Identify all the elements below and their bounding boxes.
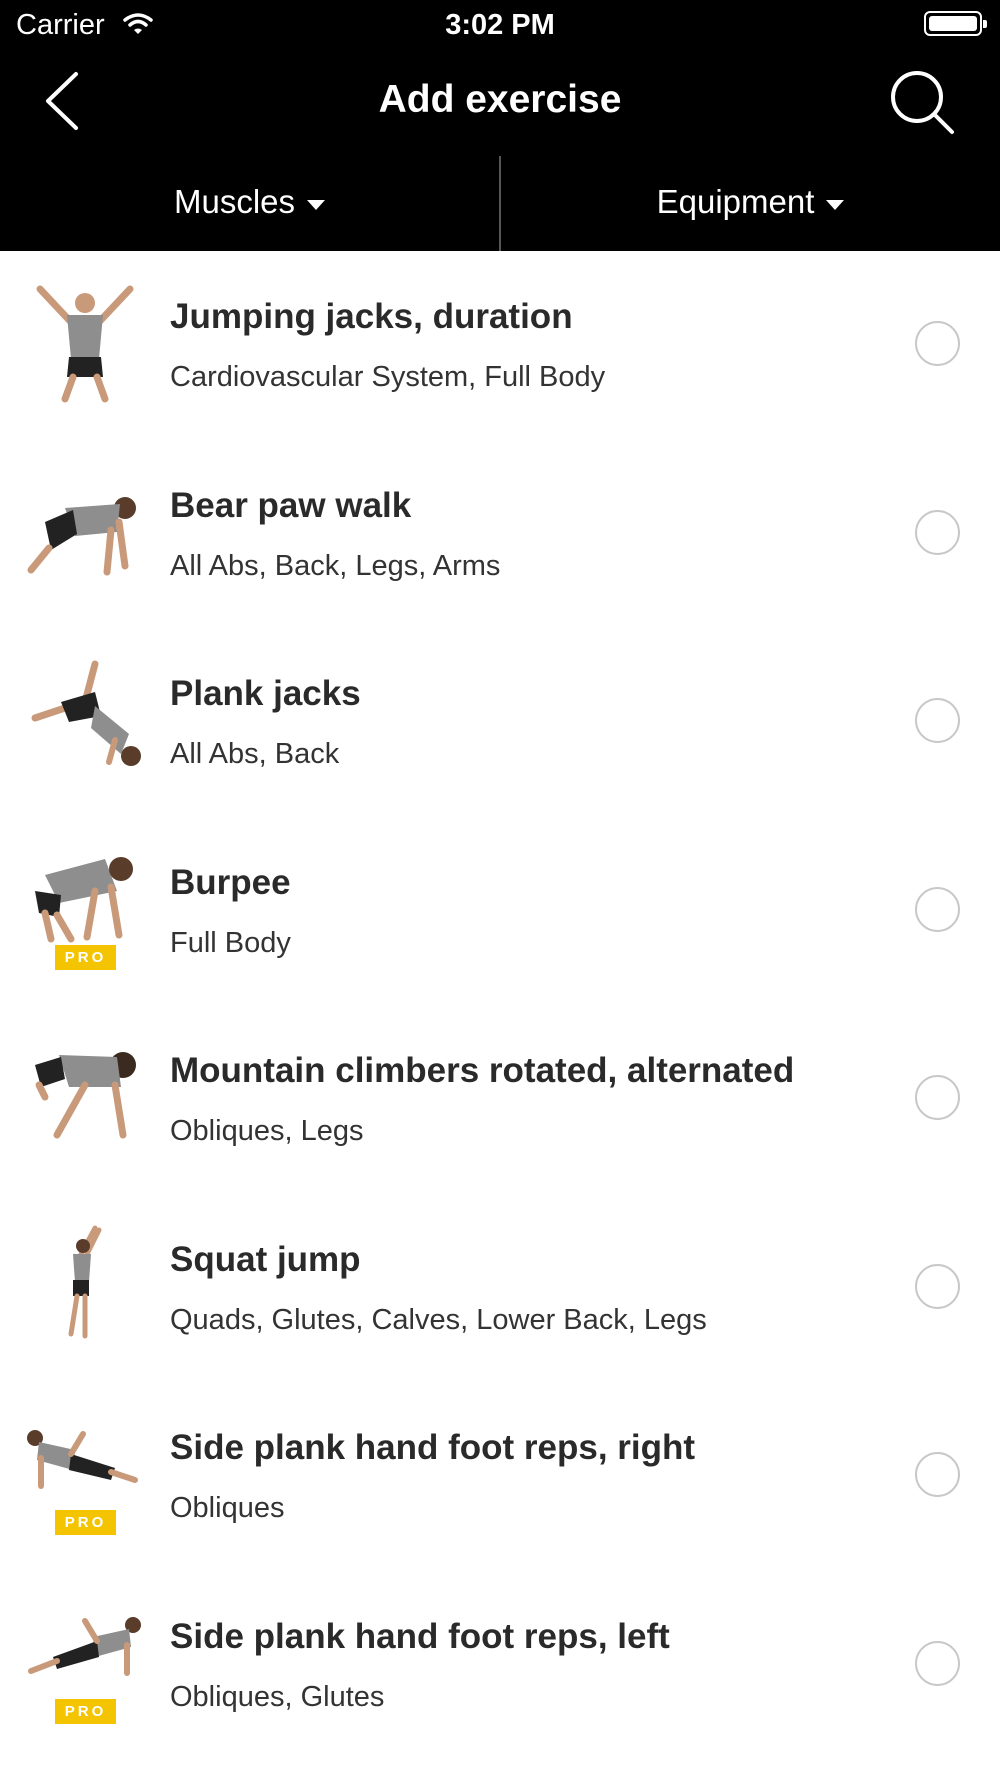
- select-radio[interactable]: [915, 1452, 960, 1497]
- select-radio[interactable]: [915, 886, 960, 932]
- pro-badge: PRO: [55, 944, 116, 970]
- exercise-thumbnail-image: [27, 496, 136, 575]
- search-icon[interactable]: [888, 68, 958, 138]
- exercise-list: Jumping jacks, duration Cardiovascular S…: [0, 251, 1000, 1759]
- exercise-row[interactable]: PRO Side plank hand foot reps, right Obl…: [0, 1382, 1000, 1571]
- equipment-filter-label: Equipment: [656, 182, 815, 220]
- status-time: 3:02 PM: [445, 9, 555, 41]
- caret-down-icon: [826, 199, 845, 210]
- exercise-muscles: Obliques, Legs: [170, 1115, 364, 1147]
- exercise-row[interactable]: Squat jump Quads, Glutes, Calves, Lower …: [0, 1194, 1000, 1383]
- exercise-row[interactable]: PRO Burpee Full Body: [0, 817, 1000, 1006]
- select-radio[interactable]: [915, 698, 960, 743]
- exercise-thumbnail-image: [35, 1052, 136, 1139]
- muscles-filter-label: Muscles: [173, 182, 296, 220]
- exercise-name: Mountain climbers rotated, alternated: [170, 1051, 795, 1090]
- page-title: Add exercise: [378, 78, 622, 121]
- exercise-muscles: All Abs, Back, Legs, Arms: [170, 549, 501, 582]
- exercise-row[interactable]: Jumping jacks, duration Cardiovascular S…: [0, 251, 1000, 440]
- exercise-thumbnail-image: [68, 1225, 102, 1338]
- exercise-name: Burpee: [170, 862, 291, 902]
- exercise-thumbnail-image: [31, 660, 141, 766]
- exercise-muscles: Full Body: [170, 926, 291, 959]
- exercise-name: Side plank hand foot reps, left: [170, 1616, 670, 1656]
- exercise-muscles: Quads, Glutes, Calves, Lower Back, Legs: [170, 1303, 707, 1336]
- muscles-filter-dropdown[interactable]: Muscles: [0, 152, 499, 251]
- select-radio[interactable]: [915, 1640, 960, 1686]
- pro-badge: PRO: [55, 1698, 116, 1724]
- select-radio[interactable]: [915, 509, 960, 555]
- nav-bar: Add exercise: [0, 50, 1000, 152]
- select-radio[interactable]: [915, 1263, 960, 1309]
- battery-icon: [924, 11, 987, 36]
- equipment-filter-dropdown[interactable]: Equipment: [501, 152, 1000, 251]
- exercise-row[interactable]: Plank jacks All Abs, Back: [0, 628, 1000, 817]
- exercise-name: Squat jump: [170, 1239, 361, 1279]
- exercise-row[interactable]: Bear paw walk All Abs, Back, Legs, Arms: [0, 440, 1000, 629]
- exercise-name: Bear paw walk: [170, 485, 412, 525]
- exercise-name: Plank jacks: [170, 674, 361, 713]
- status-bar: Carrier 3:02 PM: [0, 0, 1000, 50]
- filter-bar: Muscles Equipment: [0, 152, 1000, 251]
- select-radio[interactable]: [915, 1075, 960, 1120]
- exercise-name: Side plank hand foot reps, right: [170, 1428, 696, 1467]
- exercise-row[interactable]: Mountain climbers rotated, alternated Ob…: [0, 1005, 1000, 1194]
- exercise-muscles: Cardiovascular System, Full Body: [170, 361, 606, 393]
- exercise-muscles: All Abs, Back: [170, 738, 340, 770]
- select-radio[interactable]: [915, 321, 960, 366]
- exercise-thumbnail-image: [36, 285, 134, 403]
- pro-badge: PRO: [55, 1510, 116, 1535]
- exercise-muscles: Obliques: [170, 1492, 285, 1524]
- exercise-muscles: Obliques, Glutes: [170, 1680, 385, 1713]
- caret-down-icon: [307, 199, 326, 210]
- exercise-name: Jumping jacks, duration: [170, 297, 573, 336]
- exercise-row[interactable]: PRO Side plank hand foot reps, left Obli…: [0, 1571, 1000, 1760]
